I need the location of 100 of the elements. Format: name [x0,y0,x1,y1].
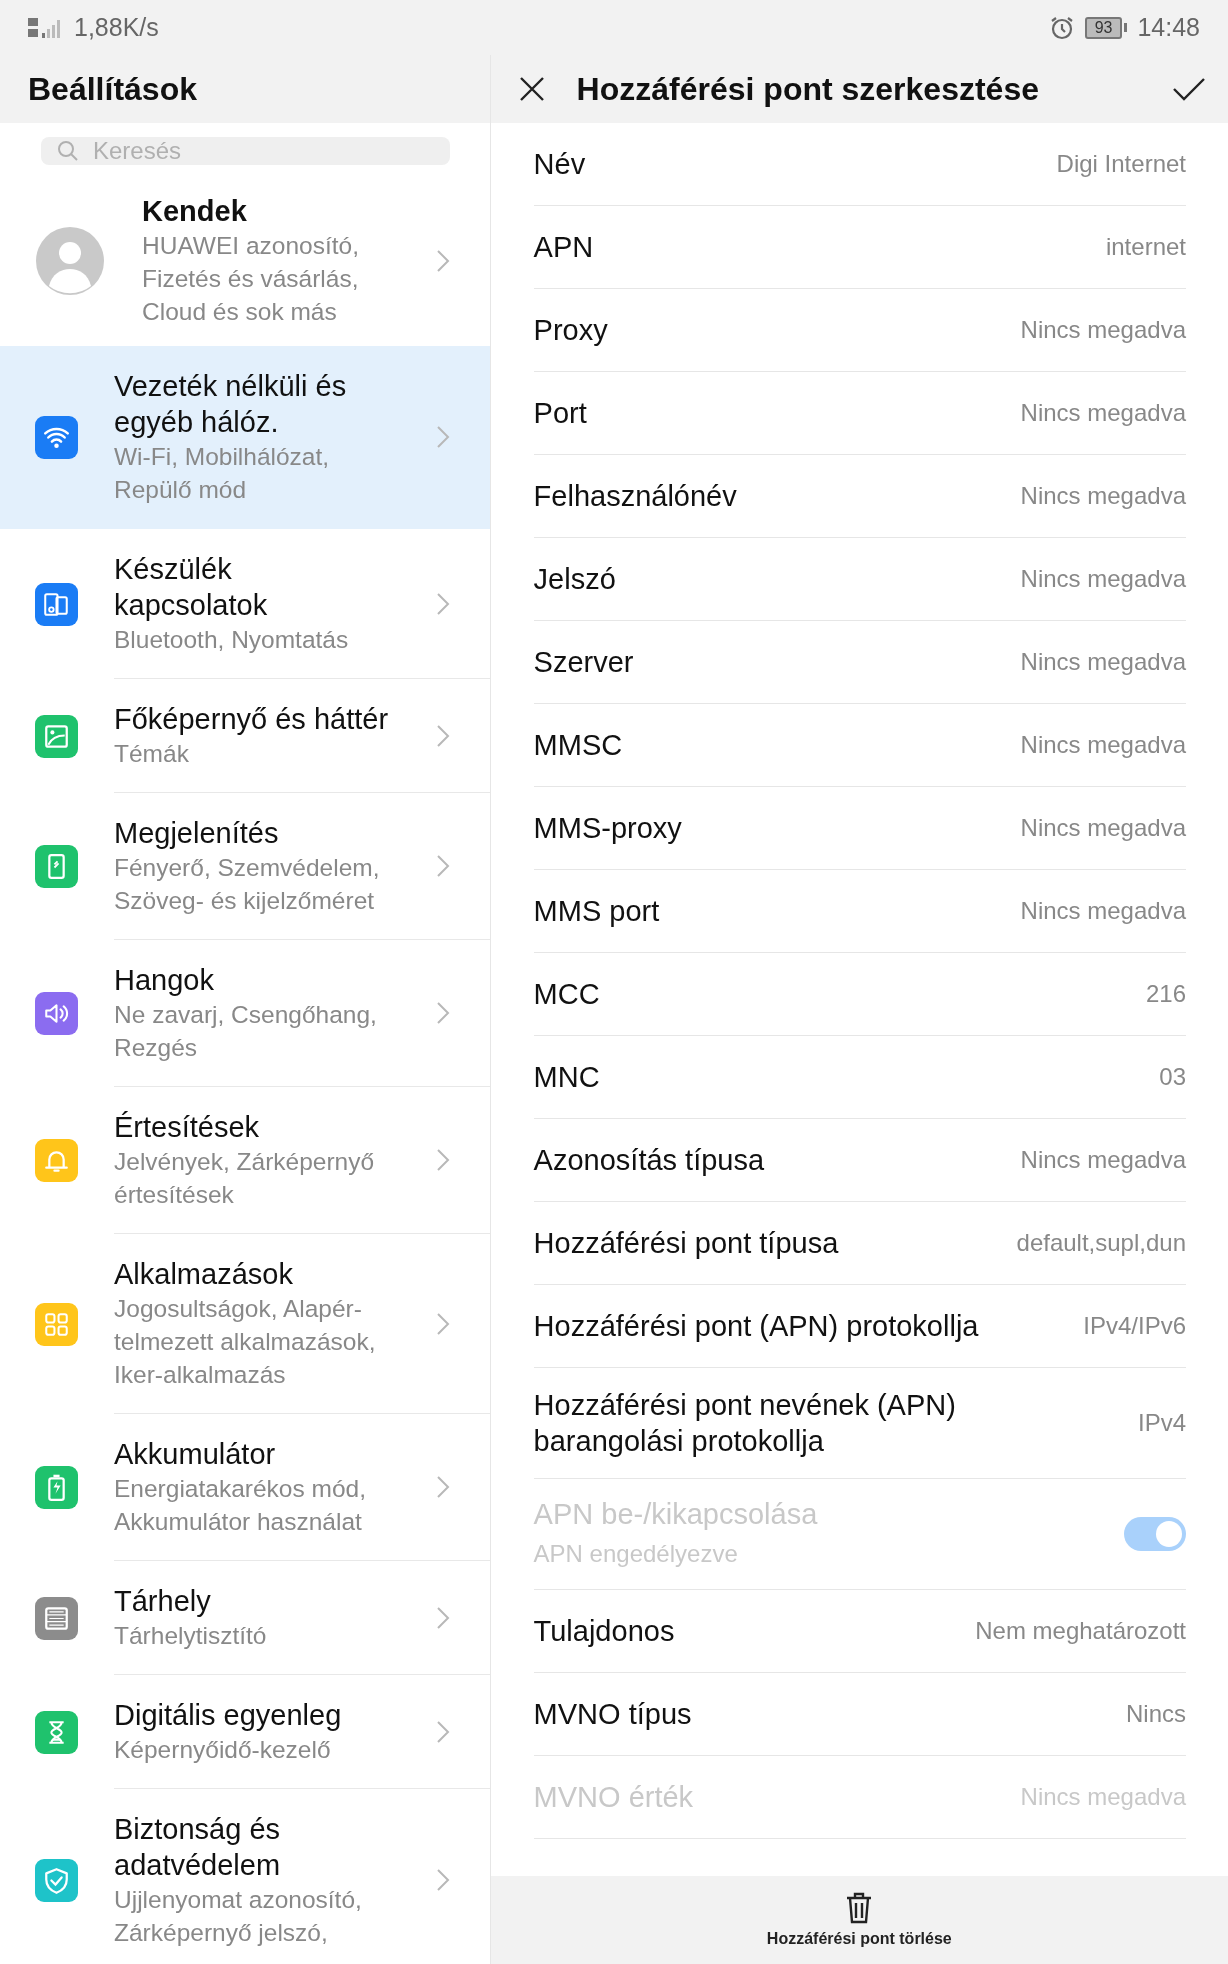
field-label: Felhasználónév [533,479,738,514]
item-subtitle: Ne zavarj, Csengőhang, Rezgés [114,1000,378,1063]
field-value: Nincs megadva [1020,482,1186,510]
item-subtitle: Energiatakarékos mód, Akkumulátor használat [114,1474,367,1537]
item-title: Tárhely [114,1584,212,1619]
close-button[interactable] [518,76,545,102]
field-value: Nincs megadva [1020,565,1186,593]
apn-field-row[interactable]: MMS port Nincs megadva [533,870,1186,953]
item-title: Biztonság és adatvédelem [114,1812,282,1883]
chevron-right-icon [435,591,450,616]
field-value: Nincs megadva [1020,316,1186,344]
field-label: Azonosítás típusa [533,1143,766,1178]
apn-field-row[interactable]: Tulajdonos Nem meghatározott [533,1590,1186,1673]
field-label: Név [533,147,587,182]
field-label: Tulajdonos [533,1614,676,1649]
field-label: Proxy [533,313,609,348]
chevron-right-icon [435,1148,450,1172]
item-subtitle: Témák [114,739,190,769]
apn-field-row[interactable]: Jelszó Nincs megadva [533,538,1186,621]
delete-button[interactable]: Hozzáférési pont törlése [766,1892,952,1948]
field-value: Digi Internet [1056,150,1186,178]
field-value: IPv4/IPv6 [1083,1312,1186,1340]
settings-item[interactable]: Készülék kapcsolatok Bluetooth, Nyomtatás [0,529,490,679]
item-title: Értesítések [114,1110,261,1145]
field-label: Jelszó [533,562,617,597]
settings-item[interactable]: Alkalmazások Jogosultságok, Alapér- telmezett alkalmazások, Iker-alkalmazás [0,1234,490,1414]
item-subtitle: Tárhelytisztító [114,1621,268,1651]
item-subtitle: Képernyőidő-kezelő [114,1735,332,1765]
field-label: Hozzáférési pont típusa [533,1226,840,1261]
settings-item[interactable]: Főképernyő és háttér Témák [0,679,490,793]
settings-item[interactable]: Hangok Ne zavarj, Csengőhang, Rezgés [0,940,490,1087]
chevron-right-icon [435,1001,450,1025]
field-value: Nincs megadva [1020,731,1186,759]
apn-field-row[interactable]: Név Digi Internet [533,123,1186,206]
field-value: internet [1105,233,1186,261]
settings-item[interactable]: Biztonság és adatvédelem Ujjlenyomat azonosító, Zárképernyő jelszó, [0,1789,490,1964]
apn-field-row[interactable]: Hozzáférési pont (APN) protokollja IPv4/IPv6 [533,1285,1186,1368]
field-value: 03 [1159,1063,1186,1091]
chevron-right-icon [435,1475,450,1499]
field-label: MNC [533,1060,601,1095]
apn-field-row[interactable]: Proxy Nincs megadva [533,289,1186,372]
item-title: Megjelenítés [114,816,280,851]
confirm-button[interactable] [1172,76,1206,102]
chevron-right-icon [435,723,450,748]
apn-field-row[interactable]: Hozzáférési pont nevének (APN) barangolási protokollja IPv4 [533,1368,1186,1479]
field-value: Nincs megadva [1020,399,1186,427]
chevron-right-icon [435,248,450,273]
settings-item[interactable]: Vezeték nélküli és egyéb hálóz. Wi-Fi, Mobilhálózat, Repülő mód [0,346,490,529]
item-subtitle: Ujjlenyomat azonosító, Zárképernyő jelszó, [114,1885,363,1948]
field-label: MMS-proxy [533,811,683,846]
field-value: 216 [1145,980,1186,1008]
chevron-right-icon [435,1605,450,1630]
apn-field-row[interactable]: APN internet [533,206,1186,289]
field-value: Nincs megadva [1020,1146,1186,1174]
settings-item[interactable]: Digitális egyenleg Képernyőidő-kezelő [0,1675,490,1789]
field-value: Nincs megadva [1020,897,1186,925]
close-icon [518,76,545,102]
apn-field-row[interactable]: Hozzáférési pont típusa default,supl,dun [533,1202,1186,1285]
field-value: IPv4 [1137,1409,1186,1437]
field-label: Port [533,396,588,431]
field-label: MMS port [533,894,661,929]
chevron-right-icon [435,425,450,449]
trash-icon [845,1892,874,1924]
field-label: MCC [533,977,601,1012]
item-title: Akkumulátor [114,1437,277,1472]
field-value: Nincs megadva [1020,814,1186,842]
avatar-icon [35,225,105,296]
settings-item[interactable]: Értesítések Jelvények, Zárképernyő értesítések [0,1087,490,1234]
apn-field-row[interactable]: Szerver Nincs megadva [533,621,1186,704]
field-value: Nincs megadva [1020,648,1186,676]
item-subtitle: Jogosultságok, Alapér- telmezett alkalmazások, Iker-alkalmazás [114,1294,377,1390]
field-label: MMSC [533,728,624,763]
settings-item[interactable]: Akkumulátor Energiatakarékos mód, Akkumulátor használat [0,1414,490,1561]
chevron-right-icon [435,854,450,878]
account-row[interactable]: Kendek HUAWEI azonosító, Fizetés és vásárlás, Cloud és sok más [0,179,490,346]
apn-field-row[interactable]: MVNO típus Nincs [533,1673,1186,1756]
item-subtitle: Bluetooth, Nyomtatás [114,625,350,655]
settings-item[interactable]: Megjelenítés Fényerő, Szemvédelem, Szöveg- és kijelzőméret [0,793,490,940]
apn-field-row[interactable]: MNC 03 [533,1036,1186,1119]
apn-field-row[interactable]: MMSC Nincs megadva [533,704,1186,787]
field-label: APN [533,230,595,265]
chevron-right-icon [435,1868,450,1892]
item-subtitle: Fényerő, Szemvédelem, Szöveg- és kijelzőméret [114,853,381,916]
item-title: Digitális egyenleg [114,1698,343,1733]
apn-field-row[interactable]: MCC 216 [533,953,1186,1036]
item-title: Készülék kapcsolatok [114,552,269,623]
battery-level: 93 [1084,16,1123,39]
account-details: HUAWEI azonosító, Fizetés és vásárlás, Cloud és sok más [142,231,360,327]
apn-field-row[interactable]: MMS-proxy Nincs megadva [533,787,1186,870]
apn-field-row[interactable]: Port Nincs megadva [533,372,1186,455]
field-value: default,supl,dun [1016,1229,1186,1257]
apn-field-row[interactable]: Azonosítás típusa Nincs megadva [533,1119,1186,1202]
network-speed: 1,88K/s [74,13,159,42]
apn-field-row[interactable]: Felhasználónév Nincs megadva [533,455,1186,538]
field-label: Szerver [533,645,635,680]
item-title: Főképernyő és háttér [114,702,390,737]
settings-item[interactable]: Tárhely Tárhelytisztító [0,1561,490,1675]
field-value: Nincs [1126,1700,1186,1728]
field-label: Hozzáférési pont (APN) protokollja [533,1309,980,1344]
chevron-right-icon [435,1719,450,1744]
